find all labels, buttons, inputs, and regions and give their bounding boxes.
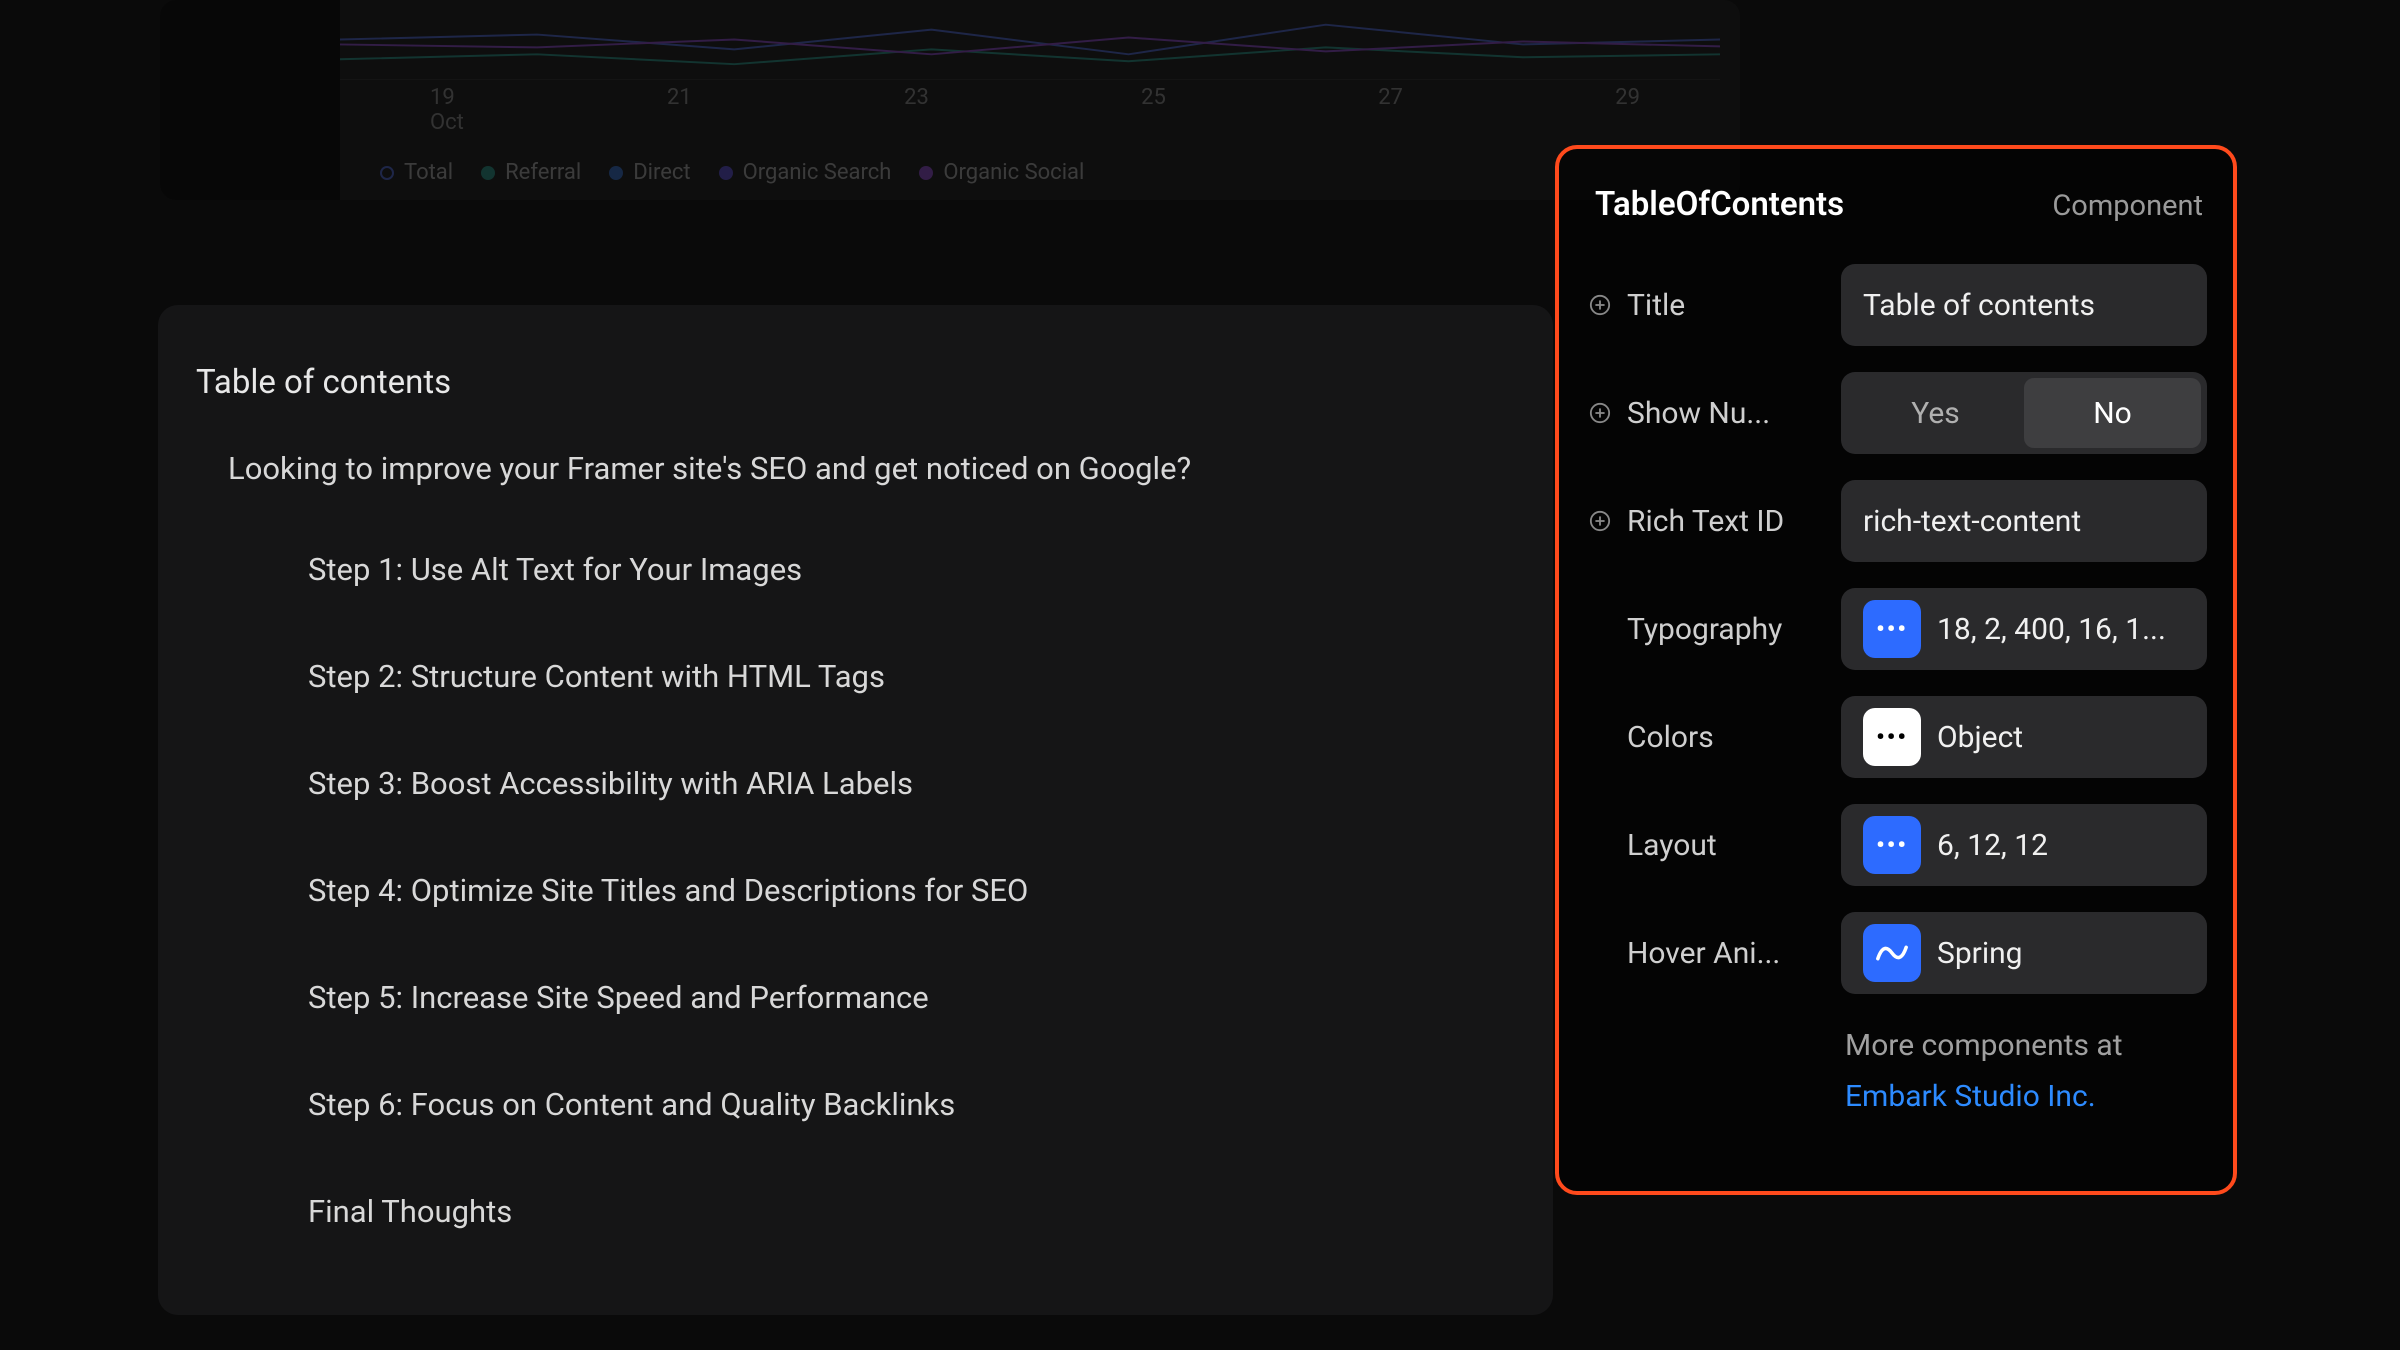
layout-control[interactable]: ••• 6, 12, 12 (1841, 804, 2207, 886)
content-preview-card: Table of contents Looking to improve you… (158, 305, 1553, 1315)
prop-row-title: Title Table of contents (1583, 264, 2207, 346)
prop-row-layout: Layout ••• 6, 12, 12 (1583, 804, 2207, 886)
prop-row-colors: Colors ••• Object (1583, 696, 2207, 778)
chart-plot-area (340, 0, 1720, 80)
legend-direct[interactable]: Direct (609, 160, 690, 185)
prop-row-hover-animation: Hover Ani... Spring (1583, 912, 2207, 994)
prop-label: Title (1627, 288, 1685, 323)
toc-item[interactable]: Step 1: Use Alt Text for Your Images (308, 551, 1515, 588)
prop-label: Rich Text ID (1627, 504, 1784, 539)
add-variable-icon[interactable] (1589, 510, 1611, 532)
title-input[interactable]: Table of contents (1841, 264, 2207, 346)
object-preview-icon: ••• (1863, 708, 1921, 766)
toc-item[interactable]: Step 4: Optimize Site Titles and Descrip… (308, 872, 1515, 909)
legend-dot-icon (719, 166, 733, 180)
rich-text-id-input[interactable]: rich-text-content (1841, 480, 2207, 562)
panel-footer: More components at Embark Studio Inc. (1583, 1020, 2207, 1122)
legend-ring-icon (380, 166, 394, 180)
legend-dot-icon (481, 166, 495, 180)
toc-item[interactable]: Step 2: Structure Content with HTML Tags (308, 658, 1515, 695)
prop-label: Show Nu... (1627, 396, 1770, 431)
spring-animation-icon (1863, 924, 1921, 982)
panel-component-name: TableOfContents (1595, 185, 1844, 224)
toc-item[interactable]: Step 5: Increase Site Speed and Performa… (308, 979, 1515, 1016)
hover-animation-control[interactable]: Spring (1841, 912, 2207, 994)
toc-items-list: Step 1: Use Alt Text for Your Images Ste… (308, 551, 1515, 1230)
add-variable-icon[interactable] (1589, 402, 1611, 424)
legend-dot-icon (919, 166, 933, 180)
legend-organic-search[interactable]: Organic Search (719, 160, 892, 185)
footer-text: More components at (1845, 1020, 2207, 1071)
legend-dot-icon (609, 166, 623, 180)
toc-item[interactable]: Step 6: Focus on Content and Quality Bac… (308, 1086, 1515, 1123)
prop-row-show-numbers: Show Nu... Yes No (1583, 372, 2207, 454)
more-options-icon: ••• (1863, 816, 1921, 874)
toggle-yes[interactable]: Yes (1847, 378, 2024, 448)
avatar-placeholder (160, 0, 340, 200)
add-variable-icon[interactable] (1589, 294, 1611, 316)
legend-organic-social[interactable]: Organic Social (919, 160, 1084, 185)
more-options-icon: ••• (1863, 600, 1921, 658)
prop-label: Colors (1627, 720, 1714, 755)
colors-control[interactable]: ••• Object (1841, 696, 2207, 778)
legend-total[interactable]: Total (380, 160, 453, 185)
prop-row-rich-text-id: Rich Text ID rich-text-content (1583, 480, 2207, 562)
component-properties-panel: TableOfContents Component Title Table of… (1555, 145, 2237, 1195)
prop-label: Layout (1627, 828, 1717, 863)
chart-legend: Total Referral Direct Organic Search Org… (380, 160, 1084, 185)
chart-month-label: Oct (430, 110, 464, 135)
toc-item[interactable]: Final Thoughts (308, 1193, 1515, 1230)
toc-item[interactable]: Step 3: Boost Accessibility with ARIA La… (308, 765, 1515, 802)
prop-label: Typography (1627, 612, 1782, 647)
prop-row-typography: Typography ••• 18, 2, 400, 16, 1... (1583, 588, 2207, 670)
legend-referral[interactable]: Referral (481, 160, 581, 185)
toc-intro-link[interactable]: Looking to improve your Framer site's SE… (228, 450, 1515, 487)
typography-control[interactable]: ••• 18, 2, 400, 16, 1... (1841, 588, 2207, 670)
show-numbers-toggle[interactable]: Yes No (1841, 372, 2207, 454)
footer-link[interactable]: Embark Studio Inc. (1845, 1071, 2207, 1122)
prop-label: Hover Ani... (1627, 936, 1780, 971)
chart-date-axis: 19 21 23 25 27 29 (340, 85, 1720, 110)
panel-component-type: Component (2052, 189, 2203, 223)
toc-title: Table of contents (196, 363, 1515, 402)
analytics-chart-background: 19 21 23 25 27 29 Oct Total Referral Dir… (160, 0, 1740, 200)
toggle-no[interactable]: No (2024, 378, 2201, 448)
